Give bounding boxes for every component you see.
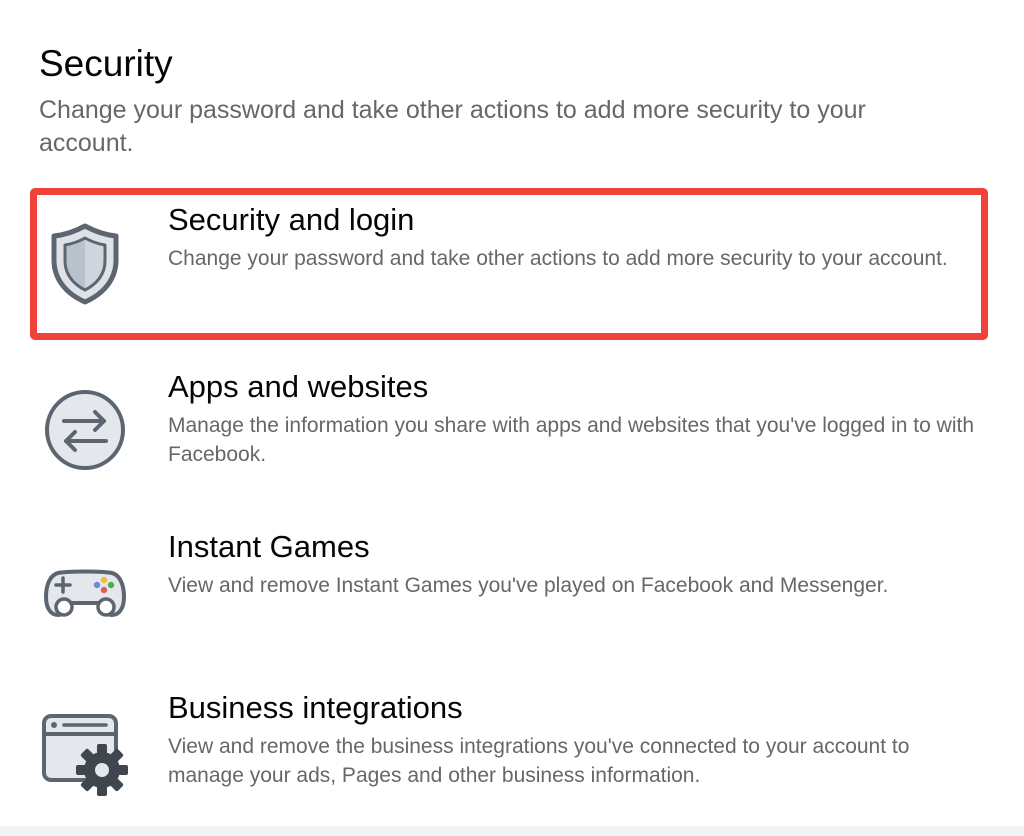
gamepad-icon: [40, 545, 130, 635]
item-title: Instant Games: [168, 529, 370, 564]
section-title: Security: [39, 43, 173, 84]
item-title: Security and login: [168, 202, 415, 237]
item-description: View and remove Instant Games you've pla…: [168, 574, 889, 597]
item-title: Business integrations: [168, 690, 463, 725]
item-description: View and remove the business integration…: [168, 735, 910, 787]
item-title: Apps and websites: [168, 369, 429, 404]
bottom-divider: [0, 826, 1024, 836]
instant-games-item[interactable]: Instant Games View and remove Instant Ga…: [30, 515, 988, 667]
settings-page: Security Change your password and take o…: [0, 0, 1024, 836]
item-description: Manage the information you share with ap…: [168, 414, 974, 466]
item-description: Change your password and take other acti…: [168, 247, 948, 270]
shield-icon: [40, 218, 130, 308]
security-and-login-item[interactable]: Security and login Change your password …: [30, 188, 988, 340]
swap-arrows-icon: [40, 385, 130, 475]
apps-and-websites-item[interactable]: Apps and websites Manage the information…: [30, 355, 988, 507]
section-description: Change your password and take other acti…: [39, 96, 866, 157]
business-integrations-item[interactable]: Business integrations View and remove th…: [30, 676, 988, 828]
security-section-header: Security Change your password and take o…: [39, 40, 999, 160]
browser-gear-icon: [40, 706, 130, 796]
